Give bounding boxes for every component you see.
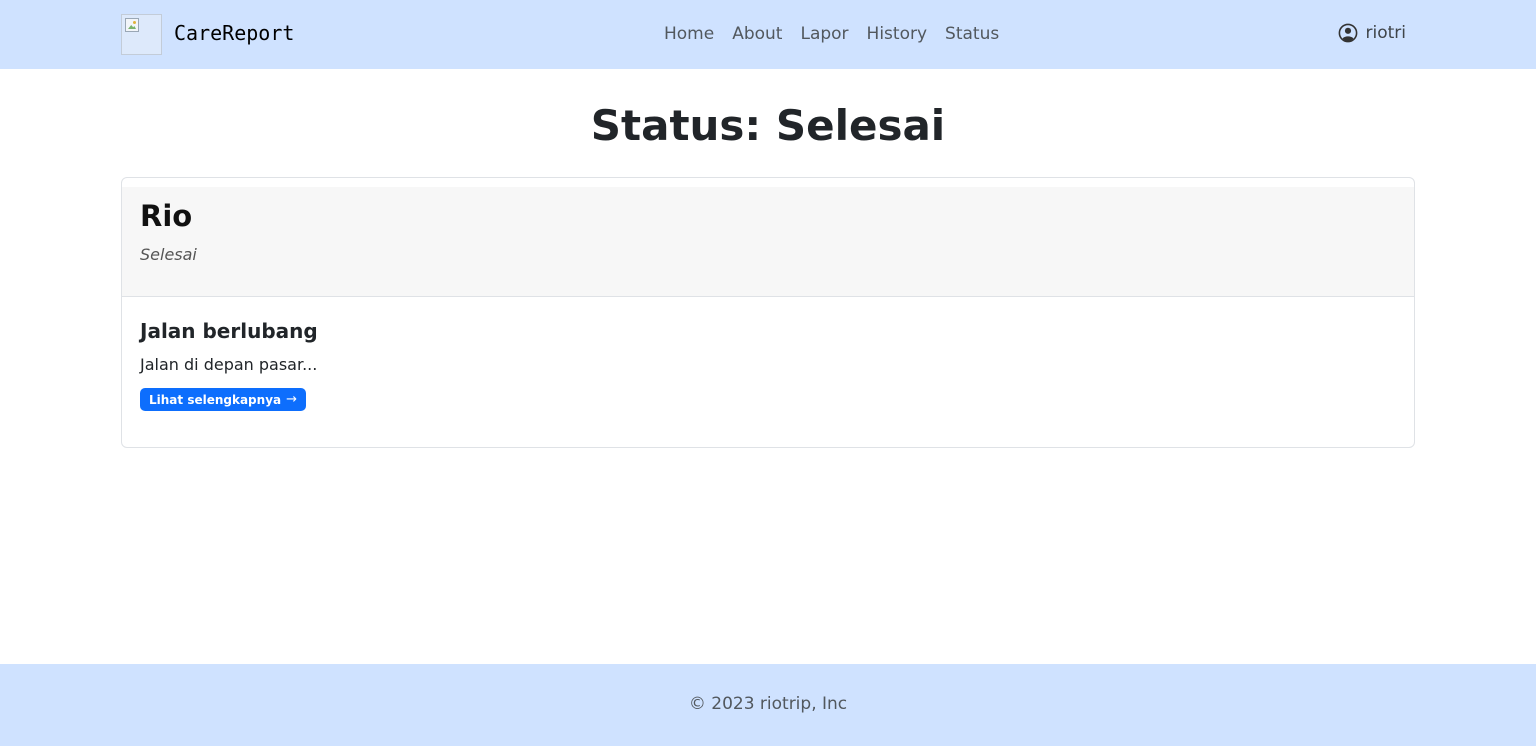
nav-link-about[interactable]: About [732, 23, 782, 45]
navbar: CareReport Home About Lapor History Stat… [0, 0, 1536, 69]
report-title: Jalan berlubang [140, 319, 318, 343]
footer-copyright: © 2023 riotrip, Inc [688, 694, 848, 714]
nav-links: Home About Lapor History Status [664, 23, 999, 45]
brand-link[interactable]: CareReport [121, 14, 294, 55]
page-title: Status: Selesai [590, 101, 946, 150]
user-name: riotri [1365, 23, 1407, 43]
reporter-name: Rio [140, 199, 193, 233]
nav-link-history[interactable]: History [867, 23, 927, 45]
user-circle-icon [1338, 23, 1357, 43]
nav-link-home[interactable]: Home [664, 23, 714, 45]
view-more-button[interactable]: Lihat selengkapnya → [140, 388, 307, 411]
nav-link-lapor[interactable]: Lapor [800, 23, 848, 45]
report-status: Selesai [140, 245, 197, 264]
footer: © 2023 riotrip, Inc [0, 664, 1536, 746]
view-more-label: Lihat selengkapnya [149, 392, 282, 407]
broken-image-icon [121, 14, 162, 55]
user-menu[interactable]: riotri [1338, 23, 1407, 43]
report-card: Rio Selesai Jalan berlubang Jalan di dep… [121, 177, 1415, 448]
report-excerpt: Jalan di depan pasar... [140, 355, 318, 374]
brand-name: CareReport [174, 20, 295, 45]
card-header: Rio Selesai [122, 187, 1414, 297]
card-body: Jalan berlubang Jalan di depan pasar... … [122, 298, 1414, 431]
nav-link-status[interactable]: Status [945, 23, 999, 45]
arrow-right-icon: → [286, 392, 298, 407]
